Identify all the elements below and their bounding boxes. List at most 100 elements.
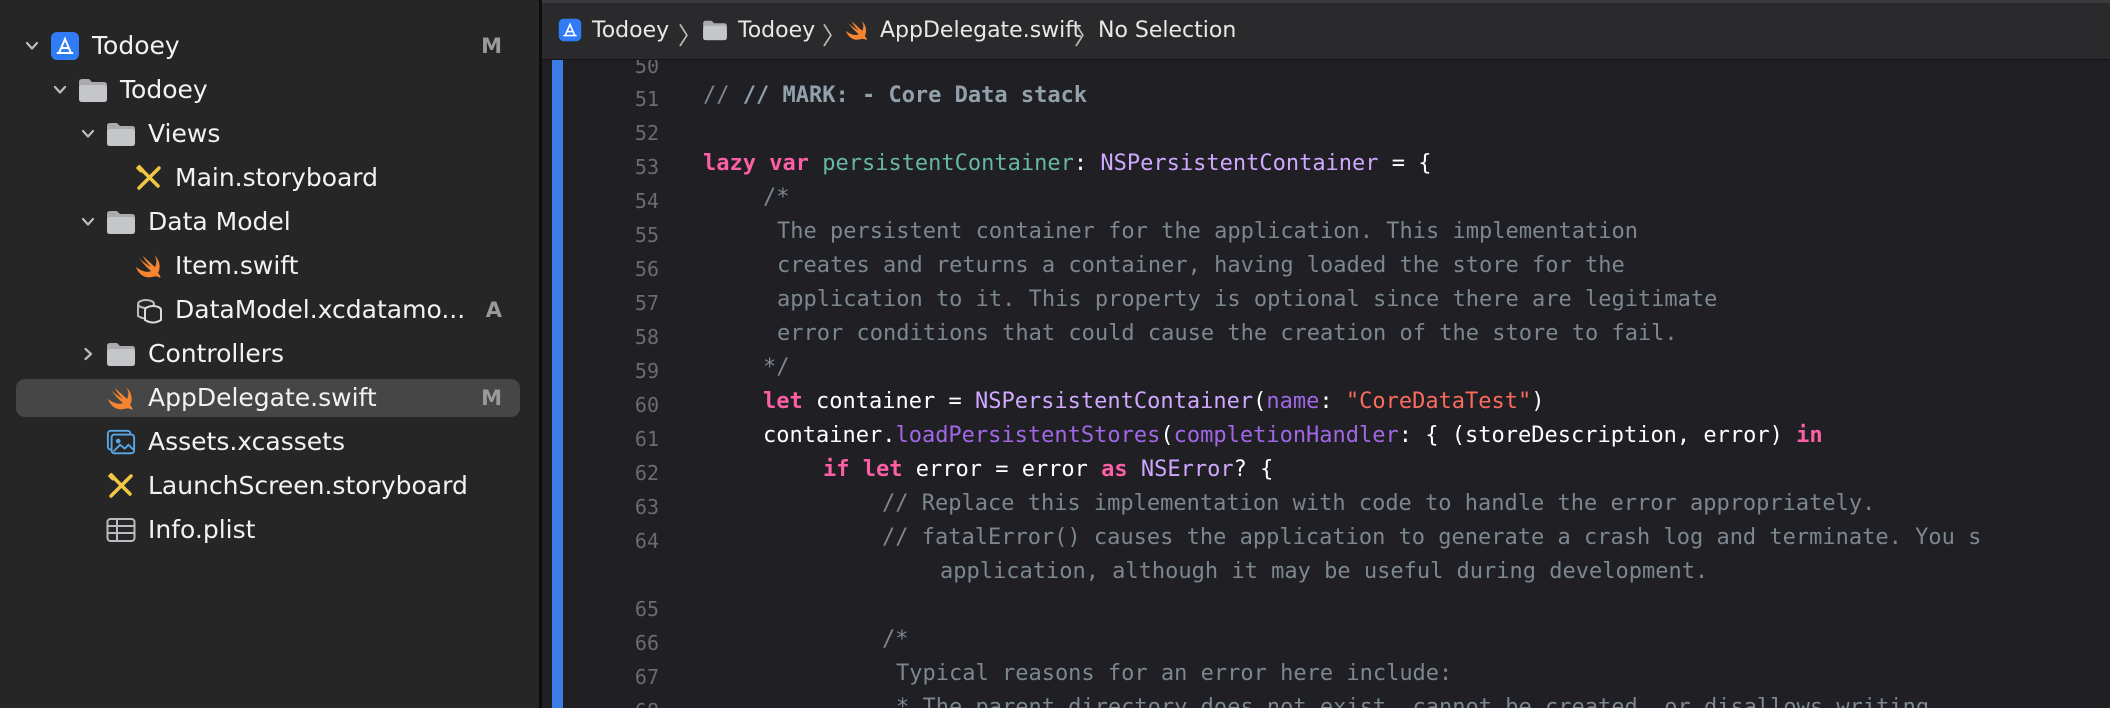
nav-item-label: AppDelegate.swift	[148, 383, 377, 412]
chevron-right-icon: 〉	[1074, 22, 1098, 50]
type-name: NSPersistentContainer	[974, 389, 1254, 414]
mark-comment: // MARK: - Core Data stack	[742, 83, 1088, 108]
core-data-model-icon	[134, 295, 164, 325]
type-name: NSError	[1140, 457, 1234, 482]
code-line-55[interactable]: The persistent container for the applica…	[777, 219, 1638, 244]
source-editor[interactable]: 50 51 52 53 54 55 56 57 58 59 60 61 62 6…	[542, 60, 2110, 708]
keyword: in	[1796, 423, 1823, 448]
code-text: ? {	[1233, 457, 1274, 482]
line-number: 58	[634, 325, 659, 349]
chevron-down-icon[interactable]	[50, 80, 70, 100]
folder-icon	[702, 19, 728, 41]
code-line-66[interactable]: /*	[882, 627, 909, 652]
line-number: 52	[634, 121, 659, 145]
code-line-59[interactable]: */	[763, 355, 790, 380]
swift-icon	[106, 383, 136, 413]
keyword: let	[763, 389, 803, 414]
keyword: if let	[823, 457, 903, 482]
code-line-61[interactable]: container.loadPersistentStores(completio…	[763, 423, 1823, 448]
line-number: 65	[634, 597, 659, 621]
code-line-68[interactable]: * The parent directory does not exist, c…	[896, 695, 1942, 708]
code-line-64[interactable]: // fatalError() causes the application t…	[882, 525, 1981, 550]
line-number: 56	[634, 257, 659, 281]
code-line-56[interactable]: creates and returns a container, having …	[777, 253, 1625, 278]
line-number: 68	[563, 699, 659, 708]
chevron-down-icon[interactable]	[78, 212, 98, 232]
folder-icon	[106, 207, 136, 237]
nav-item-label: Item.swift	[175, 251, 299, 280]
code-line-62[interactable]: if let error = error as NSError? {	[823, 457, 1273, 482]
folder-icon	[106, 119, 136, 149]
nav-item-info-plist[interactable]: Info.plist	[16, 511, 520, 549]
identifier: persistentContainer	[822, 151, 1074, 176]
xcode-window: Todoey M Todoey Views Main.storyboard Da…	[0, 0, 2110, 708]
keyword: lazy var	[703, 151, 809, 176]
folder-icon	[78, 75, 108, 105]
code-line-64-wrapped[interactable]: application, although it may be useful d…	[940, 559, 1708, 584]
nav-item-views-folder[interactable]: Views	[16, 115, 520, 153]
chevron-right-icon: 〉	[678, 22, 702, 50]
line-number: 61	[634, 427, 659, 451]
code-line-53[interactable]: lazy var persistentContainer: NSPersiste…	[703, 151, 1432, 176]
nav-item-label: DataModel.xcdatamo...	[175, 295, 466, 324]
code-line-63[interactable]: // Replace this implementation with code…	[882, 491, 1875, 516]
line-number: 54	[634, 189, 659, 213]
chevron-right-icon: 〉	[822, 22, 846, 50]
project-navigator: Todoey M Todoey Views Main.storyboard Da…	[0, 0, 539, 708]
nav-item-label: Controllers	[148, 339, 284, 368]
code-text: = {	[1391, 151, 1432, 176]
xcode-project-icon	[50, 31, 80, 61]
nav-item-assets-xcassets[interactable]: Assets.xcassets	[16, 423, 520, 461]
breadcrumb-label: No Selection	[1098, 17, 1237, 43]
nav-item-label: Main.storyboard	[175, 163, 379, 192]
line-number: 67	[634, 665, 659, 689]
line-number: 51	[634, 87, 659, 111]
nav-item-label: Assets.xcassets	[148, 427, 345, 456]
nav-item-datamodel-xcdatamodeld[interactable]: DataModel.xcdatamo... A	[16, 291, 520, 329]
code-line-60[interactable]: let container = NSPersistentContainer(na…	[763, 389, 1545, 414]
code-text: : { (storeDescription, error)	[1398, 423, 1783, 448]
code-line-67[interactable]: Typical reasons for an error here includ…	[896, 661, 1452, 686]
nav-item-label: LaunchScreen.storyboard	[148, 471, 468, 500]
line-number: 55	[634, 223, 659, 247]
argument-label: name	[1266, 389, 1320, 414]
code-text: error = error	[915, 457, 1088, 482]
breadcrumb-label: Todoey	[592, 17, 670, 43]
nav-item-appdelegate-swift[interactable]: AppDelegate.swift M	[16, 379, 520, 417]
code-line-54[interactable]: /*	[763, 185, 790, 210]
breadcrumb-project[interactable]: Todoey	[558, 0, 669, 60]
chevron-down-icon[interactable]	[22, 36, 42, 56]
code-line-57[interactable]: application to it. This property is opti…	[777, 287, 1717, 312]
storyboard-icon	[106, 471, 136, 501]
nav-item-launchscreen-storyboard[interactable]: LaunchScreen.storyboard	[16, 467, 520, 505]
line-number: 66	[634, 631, 659, 655]
type-name: NSPersistentContainer	[1100, 151, 1379, 176]
nav-item-item-swift[interactable]: Item.swift	[16, 247, 520, 285]
asset-catalog-icon	[106, 427, 136, 457]
nav-item-controllers-folder[interactable]: Controllers	[16, 335, 520, 373]
code-line-51[interactable]: // // MARK: - Core Data stack	[703, 83, 1087, 108]
punctuation: :	[1319, 389, 1333, 414]
nav-item-label: Info.plist	[148, 515, 256, 544]
chevron-right-icon[interactable]	[78, 344, 98, 364]
breadcrumb-label: Todoey	[738, 17, 816, 43]
line-number: 50	[634, 60, 659, 78]
source-control-badge: M	[481, 34, 502, 58]
breadcrumb-file[interactable]: AppDelegate.swift	[844, 0, 1081, 60]
code-line-58[interactable]: error conditions that could cause the cr…	[777, 321, 1678, 346]
breadcrumb-selection[interactable]: No Selection	[1098, 0, 1236, 60]
folder-icon	[106, 339, 136, 369]
jump-bar: Todoey 〉 Todoey 〉 AppDelegate.swift 〉 No…	[542, 0, 2110, 60]
nav-item-label: Todoey	[92, 31, 180, 60]
nav-item-todoey-project[interactable]: Todoey M	[16, 27, 520, 65]
nav-item-label: Data Model	[148, 207, 291, 236]
source-control-badge: A	[485, 298, 502, 322]
nav-item-data-model-folder[interactable]: Data Model	[16, 203, 520, 241]
breadcrumb-folder[interactable]: Todoey	[702, 0, 815, 60]
nav-item-main-storyboard[interactable]: Main.storyboard	[16, 159, 520, 197]
nav-item-todoey-folder[interactable]: Todoey	[16, 71, 520, 109]
source-control-change-bar	[552, 60, 563, 708]
line-number: 63	[634, 495, 659, 519]
chevron-down-icon[interactable]	[78, 124, 98, 144]
string-literal: "CoreDataTest"	[1345, 389, 1532, 414]
